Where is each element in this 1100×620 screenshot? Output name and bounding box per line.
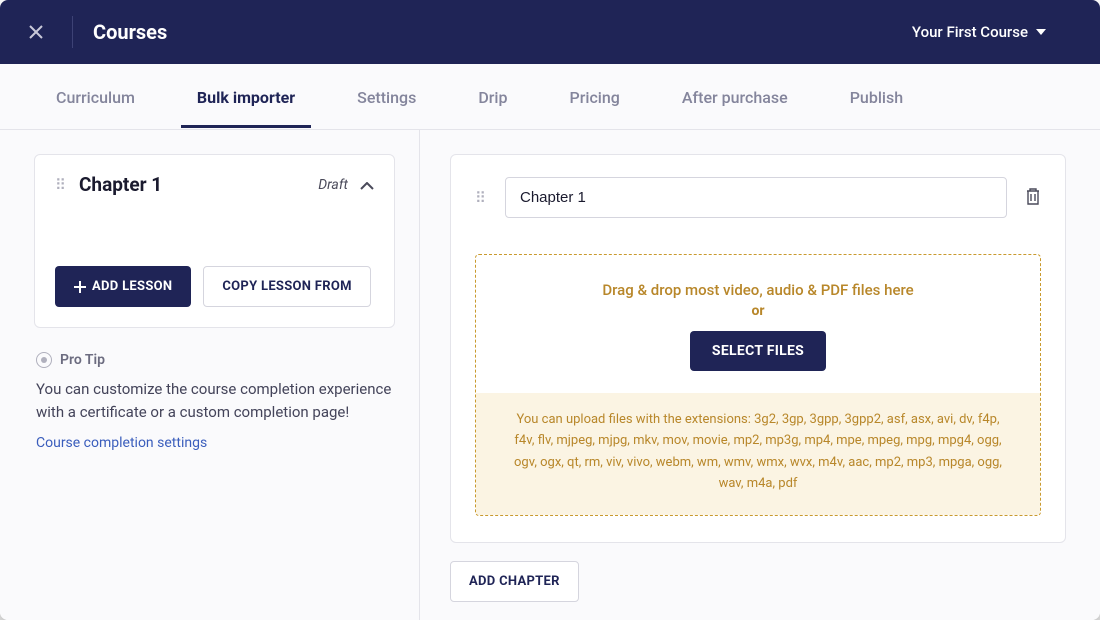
caret-down-icon <box>1036 29 1046 35</box>
header-divider <box>72 16 73 48</box>
tip-icon <box>36 352 52 368</box>
header-bar: Courses Your First Course <box>0 0 1100 64</box>
chapter-name-input[interactable] <box>505 177 1007 218</box>
course-selector[interactable]: Your First Course <box>912 23 1046 41</box>
page-title: Courses <box>93 20 912 44</box>
tabs-bar: Curriculum Bulk importer Settings Drip P… <box>0 64 1100 130</box>
chapter-card: ⠿ Chapter 1 Draft ADD LESSON COPY LESSON… <box>34 154 395 328</box>
drag-handle-icon[interactable]: ⠿ <box>55 176 67 194</box>
tab-label: Settings <box>357 88 416 107</box>
tab-label: Drip <box>478 88 507 107</box>
tab-bulk-importer[interactable]: Bulk importer <box>181 66 311 128</box>
delete-chapter-button[interactable] <box>1025 187 1041 209</box>
tab-settings[interactable]: Settings <box>341 66 432 128</box>
main-panel: ⠿ Drag & drop most video, audio & PDF fi… <box>420 130 1100 620</box>
drag-handle-icon[interactable]: ⠿ <box>475 189 487 207</box>
draft-badge: Draft <box>318 177 348 193</box>
or-text: or <box>492 303 1024 319</box>
button-label: ADD CHAPTER <box>469 574 560 589</box>
button-label: SELECT FILES <box>712 343 804 359</box>
pro-tip: Pro Tip You can customize the course com… <box>34 352 395 451</box>
importer-card: ⠿ Drag & drop most video, audio & PDF fi… <box>450 154 1066 543</box>
collapse-toggle[interactable] <box>360 175 374 194</box>
select-files-button[interactable]: SELECT FILES <box>690 331 826 371</box>
chapter-title: Chapter 1 <box>79 173 306 196</box>
file-dropzone[interactable]: Drag & drop most video, audio & PDF file… <box>475 254 1041 516</box>
button-label: ADD LESSON <box>92 279 172 294</box>
tip-body: You can customize the course completion … <box>36 378 393 423</box>
tab-after-purchase[interactable]: After purchase <box>666 66 804 128</box>
sidebar: ⠿ Chapter 1 Draft ADD LESSON COPY LESSON… <box>0 130 420 620</box>
tab-label: After purchase <box>682 88 788 107</box>
tab-pricing[interactable]: Pricing <box>554 66 636 128</box>
tip-link[interactable]: Course completion settings <box>36 435 393 451</box>
tab-label: Publish <box>850 88 903 107</box>
add-chapter-button[interactable]: ADD CHAPTER <box>450 561 579 602</box>
tab-label: Pricing <box>570 88 620 107</box>
close-icon <box>28 24 44 40</box>
tab-curriculum[interactable]: Curriculum <box>40 66 151 128</box>
tip-label: Pro Tip <box>60 352 105 368</box>
tab-publish[interactable]: Publish <box>834 66 919 128</box>
course-name: Your First Course <box>912 23 1028 41</box>
trash-icon <box>1025 187 1041 205</box>
copy-lesson-button[interactable]: COPY LESSON FROM <box>203 266 370 307</box>
extensions-note: You can upload files with the extensions… <box>476 393 1040 515</box>
tab-drip[interactable]: Drip <box>462 66 523 128</box>
button-label: COPY LESSON FROM <box>222 279 351 294</box>
add-lesson-button[interactable]: ADD LESSON <box>55 266 191 307</box>
drop-instruction: Drag & drop most video, audio & PDF file… <box>492 281 1024 299</box>
chevron-up-icon <box>360 182 374 190</box>
tab-label: Curriculum <box>56 88 135 107</box>
close-button[interactable] <box>24 20 48 44</box>
tab-label: Bulk importer <box>197 88 295 107</box>
plus-icon <box>74 281 86 293</box>
